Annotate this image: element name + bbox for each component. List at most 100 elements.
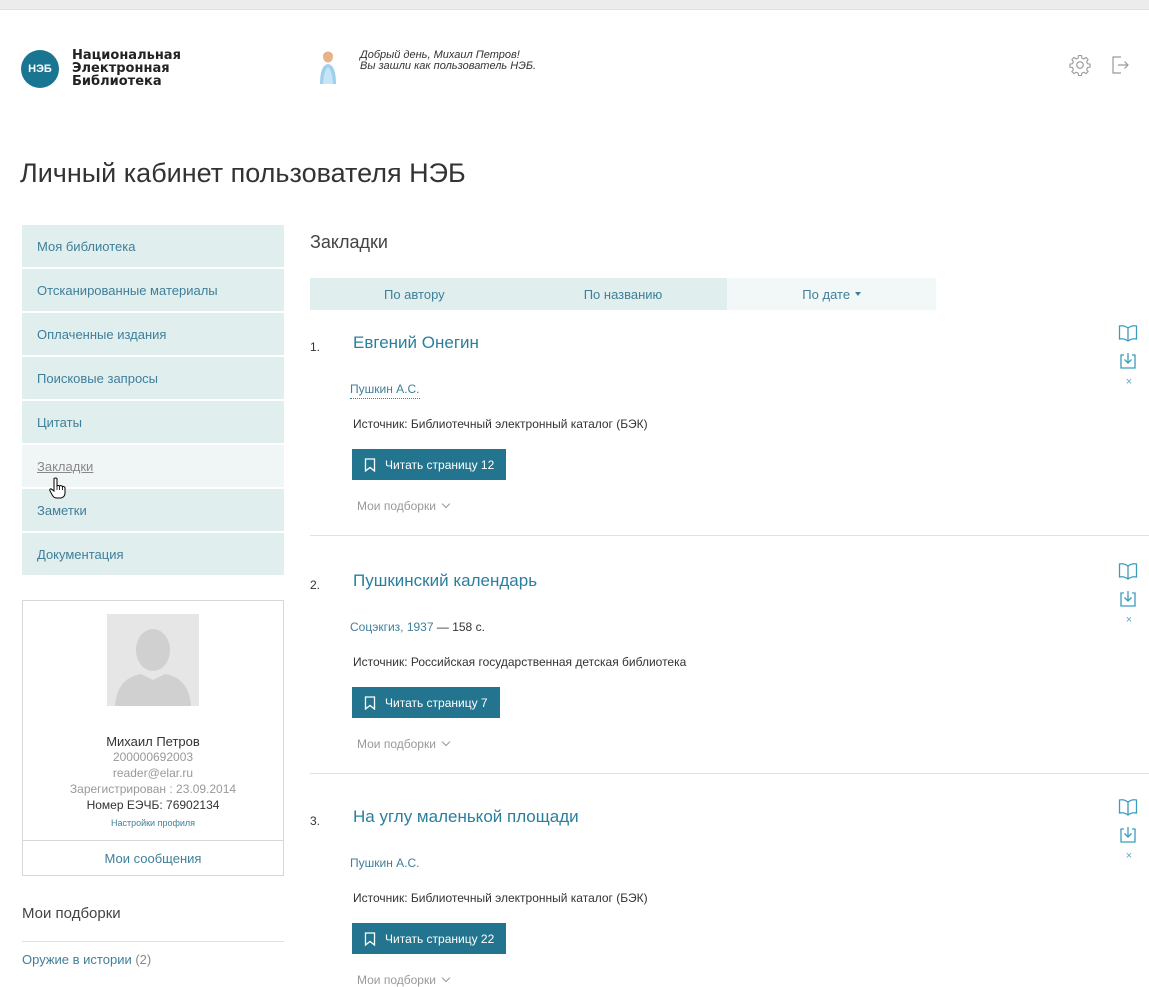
top-bar (0, 0, 1149, 10)
user-greeting: Добрый день, Михаил Петров! Вы зашли как… (318, 50, 536, 86)
remove-icon[interactable]: × (1118, 850, 1140, 862)
read-page-label: Читать страницу 7 (385, 695, 488, 710)
profile-email: reader@elar.ru (112, 766, 194, 780)
sidebar-item-paid[interactable]: Оплаченные издания (22, 313, 284, 355)
profile-settings-link[interactable]: Настройки профиля (111, 818, 195, 828)
sidebar-item-label: Закладки (37, 458, 94, 474)
my-messages-link[interactable]: Мои сообщения (23, 840, 283, 875)
collection-add-icon[interactable] (1118, 825, 1138, 845)
greeting-text: Добрый день, Михаил Петров! Вы зашли как… (360, 50, 536, 72)
sort-by-title[interactable]: По названию (519, 278, 728, 310)
profile-name: Михаил Петров (106, 734, 200, 749)
hand-cursor-icon (49, 477, 66, 499)
bookmark-icon (364, 695, 376, 710)
profile-registered: Зарегистрирован : 23.09.2014 (69, 782, 237, 796)
item-title[interactable]: Евгений Онегин (353, 333, 479, 353)
profile-card: Михаил Петров 200000692003 reader@elar.r… (22, 600, 284, 876)
my-selections-label: Мои подборки (357, 973, 436, 987)
logo-badge: НЭБ (21, 49, 59, 88)
sort-by-date[interactable]: По дате (727, 278, 937, 310)
remove-icon[interactable]: × (1118, 376, 1140, 388)
item-title[interactable]: Пушкинский календарь (353, 571, 537, 591)
sidebar-item-search-queries[interactable]: Поисковые запросы (22, 357, 284, 399)
sidebar-item-label: Документация (37, 546, 124, 562)
item-source: Источник: Российская государственная дет… (353, 655, 687, 669)
logout-icon[interactable] (1109, 54, 1131, 76)
open-book-icon[interactable] (1118, 324, 1138, 342)
open-book-icon[interactable] (1118, 562, 1138, 580)
section-title: Закладки (310, 232, 388, 252)
user-avatar-icon (320, 51, 336, 84)
read-page-button[interactable]: Читать страницу 7 (352, 687, 500, 718)
my-selections-label: Мои подборки (357, 737, 436, 751)
user-silhouette-icon (107, 614, 199, 706)
bookmark-icon (364, 931, 376, 946)
collections-title: Мои подборки (22, 905, 121, 922)
item-source: Источник: Библиотечный электронный катал… (353, 891, 648, 905)
item-number: 2. (310, 578, 321, 592)
sort-bar: По автору По названию По дате (310, 278, 937, 310)
site-logo[interactable]: НЭБ Национальная Электронная Библиотека (21, 49, 222, 88)
my-selections-dropdown[interactable]: Мои подборки (357, 499, 451, 513)
sort-label: По названию (583, 286, 663, 302)
read-page-button[interactable]: Читать страницу 22 (352, 923, 507, 954)
read-page-label: Читать страницу 12 (385, 457, 495, 472)
item-source: Источник: Библиотечный электронный катал… (353, 417, 648, 431)
page: НЭБ Национальная Электронная Библиотека … (0, 10, 1149, 987)
bookmark-icon (364, 457, 376, 472)
item-publisher-link[interactable]: Соцэкгиз, 1937 (350, 620, 434, 634)
item-actions: × (1118, 798, 1140, 862)
collection-add-icon[interactable] (1118, 351, 1138, 371)
sidebar-item-label: Заметки (37, 502, 87, 518)
item-divider (310, 773, 1149, 774)
chevron-down-icon (441, 973, 451, 983)
collections-divider (22, 941, 284, 942)
profile-id: 200000692003 (112, 750, 194, 764)
collection-count: (2) (135, 952, 152, 967)
sidebar-item-scanned[interactable]: Отсканированные материалы (22, 269, 284, 311)
item-number: 3. (310, 814, 321, 828)
sort-label: По автору (384, 286, 445, 302)
caret-down-icon (855, 292, 862, 296)
sort-by-author[interactable]: По автору (310, 278, 519, 310)
my-selections-dropdown[interactable]: Мои подборки (357, 973, 451, 987)
sidebar-item-label: Отсканированные материалы (37, 282, 218, 298)
header-actions (1069, 54, 1131, 76)
sort-label: По дате (802, 286, 851, 302)
gear-icon[interactable] (1069, 54, 1091, 76)
item-number: 1. (310, 340, 321, 354)
sidebar-item-my-library[interactable]: Моя библиотека (22, 225, 284, 267)
item-divider (310, 535, 1149, 536)
item-pages: — 158 с. (436, 620, 485, 634)
item-actions: × (1118, 324, 1140, 388)
chevron-down-icon (441, 737, 451, 747)
logo-line: Библиотека (72, 74, 162, 89)
item-author[interactable]: Пушкин А.С. (350, 382, 420, 399)
collection-label: Оружие в истории (22, 952, 132, 967)
read-page-button[interactable]: Читать страницу 12 (352, 449, 507, 480)
logo-text: Национальная Электронная Библиотека (72, 49, 222, 88)
sidebar-item-quotes[interactable]: Цитаты (22, 401, 284, 443)
greeting-line: Вы зашли как пользователь НЭБ. (360, 60, 537, 72)
sidebar-item-label: Оплаченные издания (37, 326, 167, 342)
collection-item[interactable]: Оружие в истории (2) (22, 952, 151, 967)
sidebar-item-documentation[interactable]: Документация (22, 533, 284, 575)
sidebar-menu: Моя библиотека Отсканированные материалы… (22, 225, 284, 577)
sidebar-item-label: Цитаты (37, 414, 82, 430)
my-selections-dropdown[interactable]: Мои подборки (357, 737, 451, 751)
sidebar-item-label: Поисковые запросы (37, 370, 159, 386)
page-title: Личный кабинет пользователя НЭБ (20, 158, 466, 188)
open-book-icon[interactable] (1118, 798, 1138, 816)
collection-add-icon[interactable] (1118, 589, 1138, 609)
sidebar-item-label: Моя библиотека (37, 238, 136, 254)
chevron-down-icon (441, 499, 451, 509)
avatar (107, 614, 199, 706)
item-actions: × (1118, 562, 1140, 626)
item-author[interactable]: Пушкин А.С. (350, 856, 420, 870)
item-title[interactable]: На углу маленькой площади (353, 807, 579, 827)
my-selections-label: Мои подборки (357, 499, 436, 513)
remove-icon[interactable]: × (1118, 614, 1140, 626)
item-publisher: Соцэкгиз, 1937 — 158 с. (350, 620, 485, 634)
my-messages-label: Мои сообщения (104, 850, 202, 866)
profile-card-number: Номер ЕЭЧБ: 76902134 (86, 798, 220, 812)
